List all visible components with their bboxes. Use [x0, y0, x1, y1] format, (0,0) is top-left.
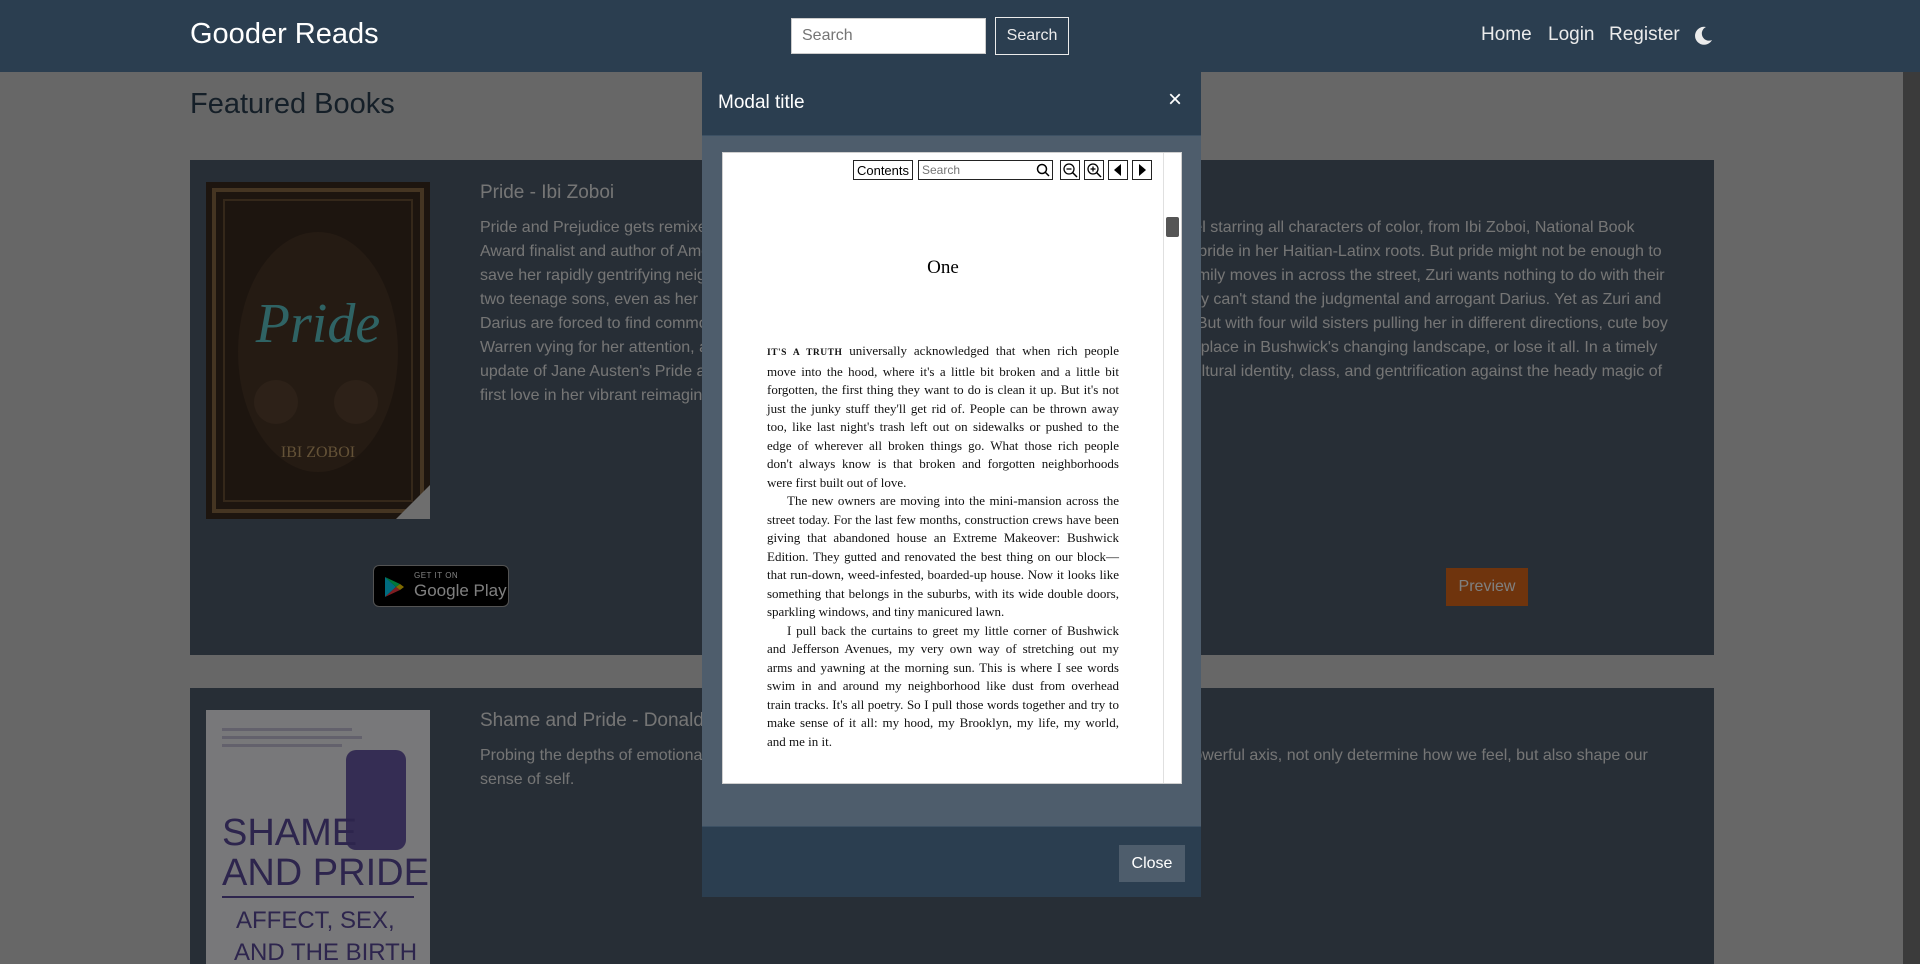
search-icon[interactable]: [1036, 163, 1050, 177]
reader-scroll-thumb[interactable]: [1166, 217, 1179, 237]
paragraph-2: The new owners are moving into the mini-…: [767, 493, 1119, 619]
paragraph-3: I pull back the curtains to greet my lit…: [767, 622, 1119, 749]
nav-login[interactable]: Login: [1548, 24, 1595, 46]
paragraph-lead: IT'S A TRUTH: [767, 348, 843, 358]
modal-footer: Close: [702, 826, 1201, 897]
reader-search-input[interactable]: [918, 160, 1053, 180]
preview-modal: Modal title × Contents One IT'S A TRUTH …: [702, 72, 1201, 897]
search-input[interactable]: [791, 18, 986, 54]
navbar: Gooder Reads Search Home Login Register: [0, 0, 1920, 72]
previous-page-icon[interactable]: [1108, 160, 1128, 180]
contents-button[interactable]: Contents: [853, 160, 913, 180]
search-button[interactable]: Search: [995, 17, 1069, 55]
book-page-text: IT'S A TRUTH universally acknowledged th…: [767, 342, 1119, 751]
moon-icon[interactable]: [1693, 26, 1713, 46]
modal-header: Modal title ×: [702, 72, 1201, 136]
modal-title: Modal title: [718, 92, 805, 113]
zoom-out-icon[interactable]: [1060, 160, 1080, 180]
nav-register[interactable]: Register: [1609, 24, 1680, 46]
close-button[interactable]: Close: [1119, 845, 1185, 882]
page-scrollbar[interactable]: [1903, 72, 1920, 964]
book-reader: Contents One IT'S A TRUTH universally ac…: [722, 152, 1182, 784]
close-icon[interactable]: ×: [1168, 86, 1182, 114]
next-page-icon[interactable]: [1132, 160, 1152, 180]
brand-logo[interactable]: Gooder Reads: [190, 18, 379, 51]
reader-scrollbar[interactable]: [1163, 153, 1181, 783]
nav-home[interactable]: Home: [1481, 24, 1532, 46]
chapter-heading: One: [927, 257, 959, 278]
paragraph-1: universally acknowledged that when rich …: [767, 343, 1119, 490]
zoom-in-icon[interactable]: [1084, 160, 1104, 180]
